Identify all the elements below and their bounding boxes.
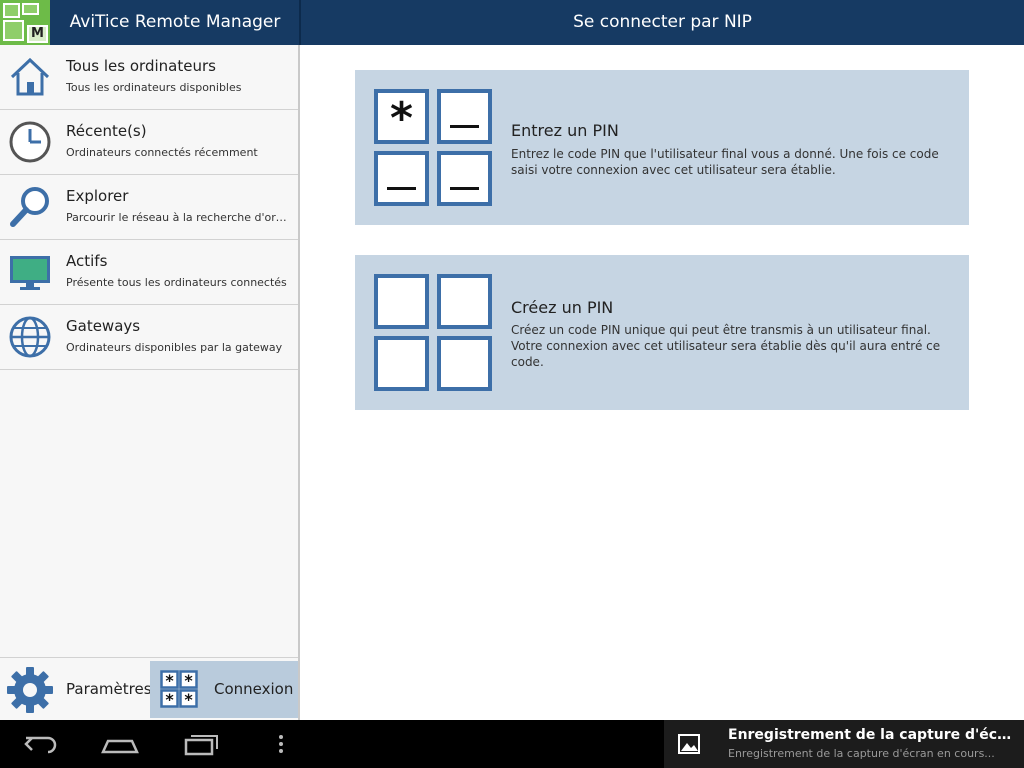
connect-label: Connexion [214,680,294,698]
asterisk-icon: * [389,93,413,144]
image-icon [678,734,700,754]
card-title: Créez un PIN [511,298,614,317]
svg-text:*: * [165,671,174,690]
sidebar-item-subtitle: Ordinateurs disponibles par la gateway [66,341,283,354]
sidebar-item-label: Récente(s) [66,122,147,140]
logo-square [3,3,20,18]
sidebar-item-label: Gateways [66,317,141,335]
card-title: Entrez un PIN [511,121,619,140]
pin-cell: * [374,89,429,144]
pin-cell [437,89,492,144]
enter-pin-card[interactable]: * Entrez un PIN Entrez le code PIN que l… [355,70,969,225]
menu-dots-icon[interactable] [276,732,286,756]
sidebar: Tous les ordinateurs Tous les ordinateur… [0,45,299,720]
app-header: M AviTice Remote Manager Se connecter pa… [0,0,1024,45]
notification-subtitle: Enregistrement de la capture d'écran en … [728,747,995,760]
pin-grid-icon: * * * * [160,670,198,708]
connect-button[interactable]: * * * * Connexion [150,661,298,718]
enter-pin-icon: * [374,89,492,206]
logo-square [3,20,24,41]
sidebar-divider [298,45,300,720]
pin-cell [437,274,492,329]
sidebar-item-all-computers[interactable]: Tous les ordinateurs Tous les ordinateur… [0,45,298,110]
dash-icon [450,125,479,128]
sidebar-item-active[interactable]: Actifs Présente tous les ordinateurs con… [0,240,298,305]
sidebar-item-subtitle: Tous les ordinateurs disponibles [66,81,242,94]
settings-button[interactable]: Paramètres [0,658,152,720]
create-pin-card[interactable]: Créez un PIN Créez un code PIN unique qu… [355,255,969,410]
dash-icon [450,187,479,190]
screenshot-notification[interactable]: Enregistrement de la capture d'écran... … [664,720,1024,768]
sidebar-item-subtitle: Ordinateurs connectés récemment [66,146,258,159]
sidebar-item-subtitle: Présente tous les ordinateurs connectés [66,276,287,289]
create-pin-icon [374,274,492,391]
pin-cell [437,151,492,206]
sidebar-item-label: Tous les ordinateurs [66,57,216,75]
app-logo-icon[interactable]: M [0,0,50,45]
pin-cell [374,274,429,329]
main-panel: * Entrez un PIN Entrez le code PIN que l… [301,45,1024,720]
gear-icon [7,667,53,713]
recent-apps-icon[interactable] [182,732,220,756]
dash-icon [387,187,416,190]
sidebar-item-gateways[interactable]: Gateways Ordinateurs disponibles par la … [0,305,298,370]
sidebar-item-label: Actifs [66,252,108,270]
app-title: AviTice Remote Manager [69,12,281,32]
pin-cell [374,336,429,391]
pin-cell [374,151,429,206]
sidebar-item-label: Explorer [66,187,129,205]
page-title: Se connecter par NIP [573,12,752,32]
sidebar-item-recent[interactable]: Récente(s) Ordinateurs connectés récemme… [0,110,298,175]
notification-title: Enregistrement de la capture d'écran... [728,727,1013,743]
svg-text:*: * [184,671,193,690]
monitor-icon [10,256,50,290]
svg-text:*: * [184,690,193,708]
svg-text:*: * [165,690,174,708]
search-icon [10,187,49,227]
card-description: Entrez le code PIN que l'utilisateur fin… [511,147,939,177]
back-icon[interactable] [22,732,60,756]
settings-label: Paramètres [66,680,152,698]
pin-cell [437,336,492,391]
home-button-icon[interactable] [101,732,139,756]
sidebar-item-subtitle: Parcourir le réseau à la recherche d'ord… [66,211,291,224]
sidebar-bottom-bar: Paramètres * * * * Connexion [0,657,298,720]
home-icon [10,57,50,96]
card-description: Créez un code PIN unique qui peut être t… [511,323,941,369]
logo-square [22,3,39,15]
globe-icon [9,316,51,358]
sidebar-item-explore[interactable]: Explorer Parcourir le réseau à la recher… [0,175,298,240]
clock-icon [9,121,51,163]
logo-letter: M [27,25,48,43]
